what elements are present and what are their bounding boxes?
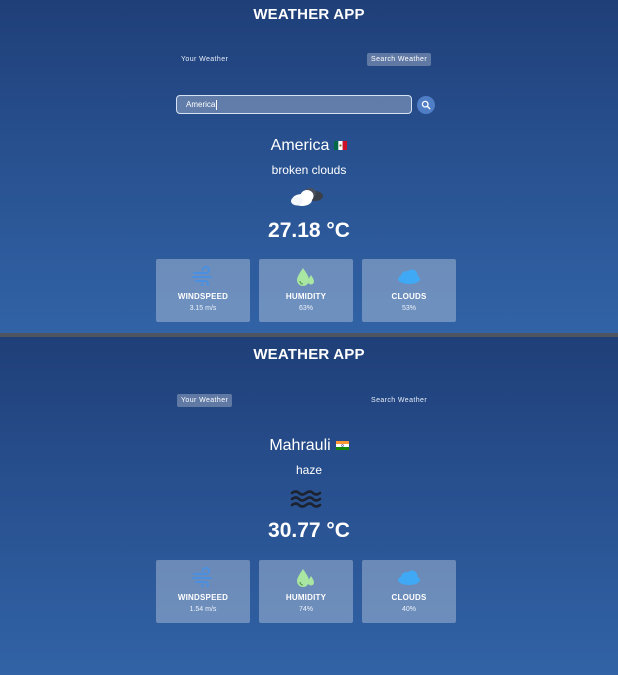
app-title: WEATHER APP <box>253 6 365 23</box>
clouds-card: CLOUDS 40% <box>362 560 456 623</box>
humidity-card: HUMIDITY 74% <box>259 560 353 623</box>
clouds-card: CLOUDS 53% <box>362 259 456 322</box>
tab-search-weather[interactable]: Search Weather <box>367 394 431 407</box>
app-title: WEATHER APP <box>253 346 365 363</box>
clouds-value: 40% <box>401 606 416 613</box>
humidity-value: 74% <box>298 606 313 613</box>
haze-icon <box>290 488 322 515</box>
tab-your-weather[interactable]: Your Weather <box>177 53 232 66</box>
temperature: 30.77 °C <box>268 519 350 542</box>
city-name: Mahrauli <box>269 437 331 454</box>
humidity-card: HUMIDITY 63% <box>259 259 353 322</box>
wind-icon <box>156 567 250 591</box>
india-flag-icon <box>335 441 349 451</box>
tab-search-weather[interactable]: Search Weather <box>367 53 432 66</box>
your-weather-screen: WEATHER APP Your Weather Search Weather … <box>0 337 618 675</box>
humidity-label: HUMIDITY <box>285 593 327 602</box>
city-row: Mahrauli <box>0 437 618 455</box>
weather-description: broken clouds <box>271 163 347 177</box>
windspeed-label: WINDSPEED <box>177 292 229 301</box>
temperature: 27.18 °C <box>268 219 350 242</box>
city-name: America <box>270 137 330 154</box>
search-input[interactable]: America <box>176 95 412 114</box>
wind-icon <box>156 266 250 290</box>
broken-clouds-icon <box>288 185 328 214</box>
humidity-icon <box>259 567 353 591</box>
windspeed-value: 1.54 m/s <box>189 606 217 613</box>
search-icon <box>421 100 431 110</box>
tab-your-weather[interactable]: Your Weather <box>177 394 233 407</box>
search-weather-screen: WEATHER APP Your Weather Search Weather … <box>0 0 618 334</box>
search-input-value: America <box>186 100 216 109</box>
windspeed-card: WINDSPEED 1.54 m/s <box>156 560 250 623</box>
clouds-value: 53% <box>401 305 416 312</box>
city-row: America <box>0 137 618 155</box>
search-button[interactable] <box>417 96 435 114</box>
windspeed-value: 3.15 m/s <box>189 305 217 312</box>
cloud-icon <box>362 567 456 591</box>
mexico-flag-icon <box>334 141 348 151</box>
humidity-label: HUMIDITY <box>285 292 327 301</box>
weather-description: haze <box>295 463 323 477</box>
text-caret <box>216 99 218 110</box>
windspeed-label: WINDSPEED <box>177 593 229 602</box>
humidity-value: 63% <box>298 305 313 312</box>
humidity-icon <box>259 266 353 290</box>
clouds-label: CLOUDS <box>391 292 427 301</box>
cloud-icon <box>362 266 456 290</box>
clouds-label: CLOUDS <box>391 593 427 602</box>
windspeed-card: WINDSPEED 3.15 m/s <box>156 259 250 322</box>
